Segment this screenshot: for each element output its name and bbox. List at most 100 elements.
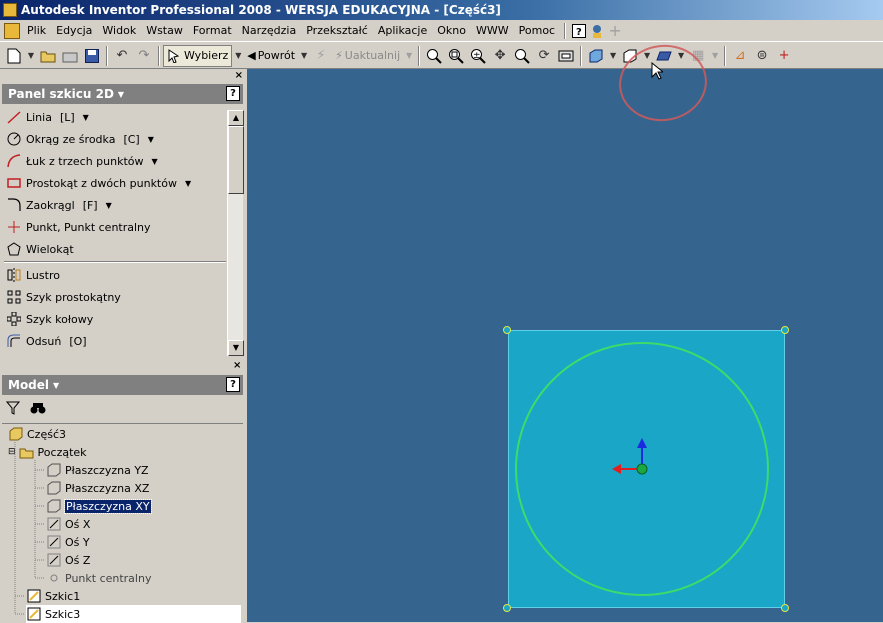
sketch-rectangle[interactable] <box>508 330 785 608</box>
project-icon[interactable] <box>59 45 81 67</box>
back-button[interactable]: ◀ Powrót <box>244 45 298 67</box>
assistant-icon[interactable] <box>588 22 606 40</box>
tool-point[interactable]: Punkt, Punkt centralny <box>2 216 228 238</box>
menu-przeksztalc[interactable]: Przekształć <box>301 20 373 42</box>
model-panel-header[interactable]: Model ▼ ? <box>2 375 243 395</box>
menu-format[interactable]: Format <box>188 20 237 42</box>
chevron-down-icon: ▼ <box>53 380 60 390</box>
zoom-selected-icon[interactable] <box>511 45 533 67</box>
rotate-icon[interactable]: ⟳ <box>533 45 555 67</box>
update-dropdown-icon[interactable]: ▼ <box>403 45 415 67</box>
rect-pattern-icon <box>6 289 22 305</box>
corner-point[interactable] <box>503 604 511 612</box>
display-mode-icon[interactable] <box>585 45 607 67</box>
chevron-down-icon[interactable]: ▼ <box>148 135 154 144</box>
toolbar-separator <box>580 45 583 66</box>
chevron-down-icon[interactable]: ▼ <box>106 201 112 210</box>
app-icon <box>3 3 17 17</box>
tool-circle[interactable]: Okrąg ze środka [C] ▼ <box>2 128 228 150</box>
tool-label: Zaokrągl <box>26 198 75 212</box>
open-file-icon[interactable] <box>37 45 59 67</box>
help-icon[interactable]: ? <box>226 86 240 101</box>
menu-widok[interactable]: Widok <box>97 20 141 42</box>
display-mode-dropdown-icon[interactable]: ▼ <box>607 45 619 67</box>
svg-text:±: ± <box>473 51 481 61</box>
tool-shortcut: [F] <box>82 198 98 212</box>
scroll-down-icon[interactable]: ▼ <box>228 340 244 356</box>
new-dropdown-icon[interactable]: ▼ <box>25 45 37 67</box>
tool-rect-pattern[interactable]: Szyk prostokątny <box>2 286 228 308</box>
title-bar: Autodesk Inventor Professional 2008 - WE… <box>0 0 883 20</box>
point-icon <box>6 219 22 235</box>
svg-text:?: ? <box>576 27 582 38</box>
zoom-icon[interactable]: ± <box>467 45 489 67</box>
help-icon[interactable]: ? <box>570 22 588 40</box>
look-at-icon[interactable] <box>555 45 577 67</box>
mirror-icon <box>6 267 22 283</box>
chevron-down-icon[interactable]: ▼ <box>83 113 89 122</box>
corner-point[interactable] <box>781 326 789 334</box>
zoom-window-icon[interactable] <box>445 45 467 67</box>
filter-icon[interactable] <box>5 401 21 418</box>
help-icon[interactable]: ? <box>226 377 240 392</box>
y-axis-arrowhead <box>637 438 647 448</box>
sketch-panel-title: Panel szkicu 2D <box>8 87 114 101</box>
update-button[interactable]: ⚡ Uaktualnij <box>332 45 403 67</box>
menu-okno[interactable]: Okno <box>432 20 471 42</box>
chevron-down-icon[interactable]: ▼ <box>185 179 191 188</box>
sketch-tools-list: Linia [L] ▼ Okrąg ze środka [C] ▼ Łuk z … <box>2 106 228 352</box>
tree-label: Punkt centralny <box>65 571 152 585</box>
menu-narzedzia[interactable]: Narzędzia <box>237 20 302 42</box>
menu-plik[interactable]: Plik <box>22 20 51 42</box>
toolbar-separator <box>418 45 421 66</box>
tool-shortcut: [O] <box>69 334 87 348</box>
select-dropdown-icon[interactable]: ▼ <box>232 45 244 67</box>
scroll-thumb[interactable] <box>228 126 244 194</box>
tree-label: Oś Z <box>65 553 91 567</box>
tree-label: Płaszczyzna XZ <box>65 481 150 495</box>
zoom-all-icon[interactable] <box>423 45 445 67</box>
section-icon[interactable]: ⊜ <box>751 45 773 67</box>
menu-aplikacje[interactable]: Aplikacje <box>373 20 432 42</box>
tool-line[interactable]: Linia [L] ▼ <box>2 106 228 128</box>
menu-pomoc[interactable]: Pomoc <box>514 20 560 42</box>
x-axis-arrowhead <box>612 464 621 474</box>
pan-icon[interactable]: ✥ <box>489 45 511 67</box>
menu-wstaw[interactable]: Wstaw <box>141 20 188 42</box>
sketch-panel-header[interactable]: Panel szkicu 2D ▼ ? <box>2 84 243 104</box>
tool-mirror[interactable]: Lustro <box>2 264 228 286</box>
chevron-down-icon[interactable]: ▼ <box>152 157 158 166</box>
menu-www[interactable]: WWW <box>471 20 514 42</box>
scroll-up-icon[interactable]: ▲ <box>228 110 244 126</box>
add-icon[interactable]: + <box>606 21 624 40</box>
tool-polygon[interactable]: Wielokąt <box>2 238 228 260</box>
tree-label: Płaszczyzna YZ <box>65 463 149 477</box>
tool-rectangle[interactable]: Prostokąt z dwóch punktów ▼ <box>2 172 228 194</box>
select-mode-button[interactable]: Wybierz <box>163 44 233 67</box>
tools-scrollbar[interactable]: ▲ ▼ <box>227 110 244 356</box>
menu-edycja[interactable]: Edycja <box>51 20 97 42</box>
close-panel-icon[interactable]: × <box>235 70 243 81</box>
fillet-icon <box>6 197 22 213</box>
tool-label: Punkt, Punkt centralny <box>26 220 151 234</box>
tool-circ-pattern[interactable]: Szyk kołowy <box>2 308 228 330</box>
shadow-dropdown-icon[interactable]: ▼ <box>709 45 721 67</box>
sketch-lightning-icon: ⚡ <box>316 48 326 63</box>
slice-icon[interactable]: ⊿ <box>729 45 751 67</box>
graphics-window[interactable] <box>247 39 883 622</box>
redo-icon[interactable]: ↷ <box>133 45 155 67</box>
corner-point[interactable] <box>781 604 789 612</box>
model-panel-title: Model <box>8 378 50 392</box>
new-file-icon[interactable] <box>3 45 25 67</box>
tool-arc[interactable]: Łuk z trzech punktów ▼ <box>2 150 228 172</box>
tool-offset[interactable]: Odsuń [O] <box>2 330 228 352</box>
back-dropdown-icon[interactable]: ▼ <box>298 45 310 67</box>
undo-icon[interactable]: ↶ <box>111 45 133 67</box>
measure-icon[interactable]: + <box>773 45 795 67</box>
save-icon[interactable] <box>81 45 103 67</box>
corner-point[interactable] <box>503 326 511 334</box>
sketch-geometry <box>515 342 769 596</box>
find-icon[interactable] <box>30 401 46 418</box>
app-menu-icon[interactable] <box>4 22 20 39</box>
tool-fillet[interactable]: Zaokrągl [F] ▼ <box>2 194 228 216</box>
